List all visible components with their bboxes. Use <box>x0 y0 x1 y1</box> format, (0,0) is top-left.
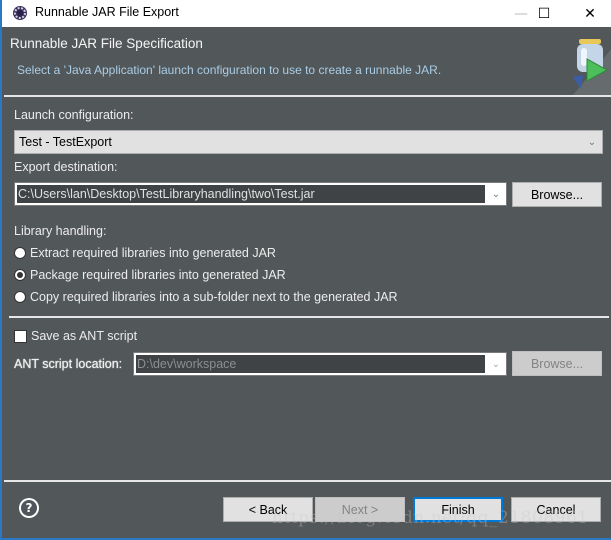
radio-extract-libraries[interactable]: Extract required libraries into generate… <box>14 246 276 260</box>
wizard-banner: Runnable JAR File Specification Select a… <box>4 27 611 95</box>
window-title: Runnable JAR File Export <box>35 5 179 19</box>
export-destination-value: C:\Users\lan\Desktop\TestLibraryhandling… <box>18 187 315 201</box>
chevron-down-icon: ⌄ <box>486 353 506 375</box>
close-icon: ✕ <box>584 5 596 22</box>
ant-script-location-label: ANT script location: <box>14 357 123 371</box>
chevron-down-icon: ⌄ <box>587 136 597 148</box>
export-destination-label: Export destination: <box>14 160 118 174</box>
radio-indicator <box>14 291 26 303</box>
launch-configuration-value: Test - TestExport <box>19 135 112 149</box>
checkbox-box <box>14 329 27 343</box>
close-button[interactable]: ✕ <box>567 0 611 27</box>
section-divider <box>9 316 609 318</box>
page-description: Select a 'Java Application' launch confi… <box>17 63 442 77</box>
chevron-down-icon[interactable]: ⌄ <box>486 183 506 205</box>
maximize-icon: ☐ <box>537 5 551 22</box>
export-destination-combo[interactable]: C:\Users\lan\Desktop\TestLibraryhandling… <box>14 182 507 206</box>
eclipse-gear-icon <box>13 6 27 20</box>
finish-button[interactable]: Finish <box>413 497 503 522</box>
launch-configuration-select[interactable]: Test - TestExport ⌄ <box>14 130 603 154</box>
radio-indicator-selected <box>14 269 26 281</box>
save-ant-script-checkbox[interactable]: Save as ANT script <box>14 329 137 343</box>
ant-browse-button[interactable]: Browse... <box>512 351 602 376</box>
jar-export-wizard-icon <box>573 39 611 95</box>
header-divider <box>4 95 611 97</box>
maximize-button[interactable]: ☐ <box>521 0 567 27</box>
library-handling-label: Library handling: <box>14 224 107 238</box>
radio-copy-libraries[interactable]: Copy required libraries into a sub-folde… <box>14 290 398 304</box>
title-bar: Runnable JAR File Export — ☐ ✕ <box>2 0 611 27</box>
radio-indicator <box>14 247 26 259</box>
runnable-jar-export-dialog: Runnable JAR File Export — ☐ ✕ Runnable … <box>0 0 611 540</box>
next-button[interactable]: Next > <box>315 497 405 522</box>
footer-divider <box>4 480 611 482</box>
export-destination-browse-button[interactable]: Browse... <box>512 182 602 207</box>
help-button[interactable]: ? <box>19 498 39 518</box>
radio-package-libraries[interactable]: Package required libraries into generate… <box>14 268 286 282</box>
help-icon: ? <box>21 500 37 516</box>
ant-script-location-combo[interactable]: D:\dev\workspace ⌄ <box>133 352 507 376</box>
ant-script-location-value: D:\dev\workspace <box>137 357 237 371</box>
back-button[interactable]: < Back <box>223 497 313 522</box>
cancel-button[interactable]: Cancel <box>511 497 601 522</box>
launch-configuration-label: Launch configuration: <box>14 108 134 122</box>
page-title: Runnable JAR File Specification <box>10 36 203 51</box>
